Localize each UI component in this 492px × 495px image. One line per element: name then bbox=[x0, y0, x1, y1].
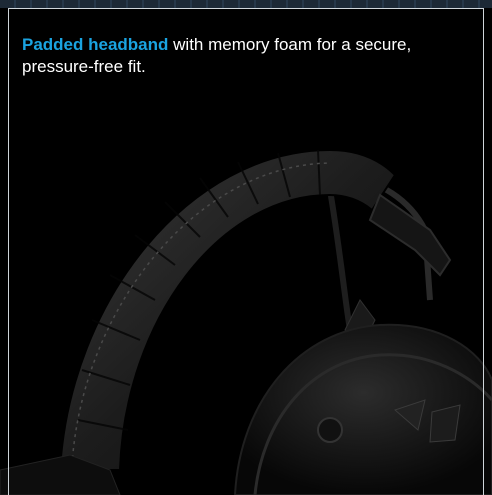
panel-border bbox=[8, 8, 484, 495]
feature-caption: Padded headband with memory foam for a s… bbox=[22, 34, 462, 78]
caption-highlight: Padded headband bbox=[22, 35, 169, 54]
feature-panel: Padded headband with memory foam for a s… bbox=[0, 0, 492, 495]
